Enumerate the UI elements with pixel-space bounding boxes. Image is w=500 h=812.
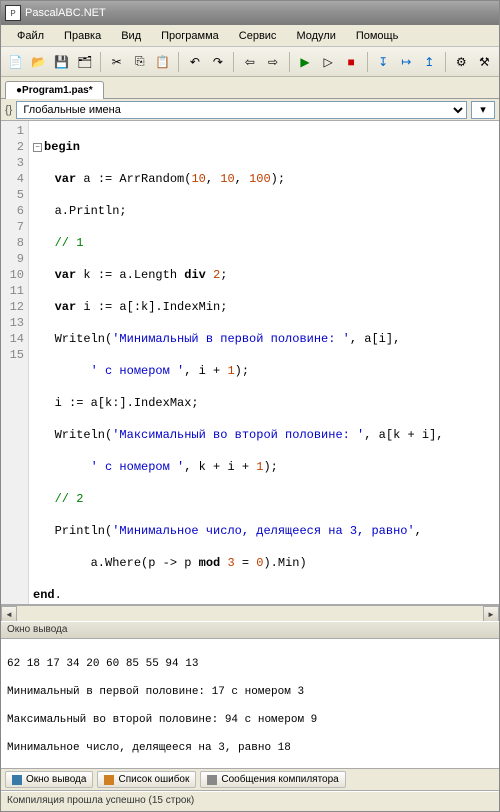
new-file-icon[interactable]: 📄: [5, 51, 26, 73]
output-line: Минимальный в первой половине: 17 с номе…: [7, 685, 493, 699]
paste-icon[interactable]: 📋: [152, 51, 173, 73]
toolbar-separator: [100, 52, 101, 72]
cut-icon[interactable]: ✂: [106, 51, 127, 73]
open-file-icon[interactable]: 📂: [28, 51, 49, 73]
scope-icon: {}: [5, 104, 12, 116]
menu-modules[interactable]: Модули: [286, 28, 345, 44]
editor-h-scrollbar[interactable]: ◄ ►: [1, 605, 499, 621]
status-bar: Компиляция прошла успешно (15 строк): [1, 791, 499, 811]
save-all-icon[interactable]: 🗂: [74, 51, 95, 73]
output-line: Максимальный во второй половине: 94 с но…: [7, 713, 493, 727]
status-text: Компиляция прошла успешно (15 строк): [7, 795, 194, 806]
undo-icon[interactable]: ↶: [184, 51, 205, 73]
file-tabs: ●Program1.pas*: [1, 77, 499, 99]
menu-file[interactable]: Файл: [7, 28, 54, 44]
members-select[interactable]: ▾: [471, 101, 495, 119]
step-out-icon[interactable]: ↥: [419, 51, 440, 73]
app-title: PascalABC.NET: [25, 7, 106, 19]
tab-compiler-messages[interactable]: Сообщения компилятора: [200, 771, 345, 788]
run-icon[interactable]: ▶: [295, 51, 316, 73]
bottom-tabs: Окно вывода Список ошибок Сообщения комп…: [1, 769, 499, 791]
menu-help[interactable]: Помощь: [346, 28, 409, 44]
line-gutter: 123 456 789 101112 131415: [1, 121, 29, 604]
compile-icon[interactable]: ⚙: [451, 51, 472, 73]
nav-forward-icon[interactable]: ⇨: [262, 51, 283, 73]
stop-icon[interactable]: ■: [341, 51, 362, 73]
output-line: 62 18 17 34 20 60 85 55 94 13: [7, 657, 493, 671]
toolbar-separator: [445, 52, 446, 72]
file-tab-program1[interactable]: ●Program1.pas*: [5, 81, 104, 99]
redo-icon[interactable]: ↷: [207, 51, 228, 73]
toolbar-separator: [289, 52, 290, 72]
step-into-icon[interactable]: ↧: [373, 51, 394, 73]
save-icon[interactable]: 💾: [51, 51, 72, 73]
toolbar-separator: [367, 52, 368, 72]
menu-service[interactable]: Сервис: [229, 28, 287, 44]
scope-select[interactable]: Глобальные имена: [16, 101, 467, 119]
menu-bar: Файл Правка Вид Программа Сервис Модули …: [1, 25, 499, 47]
menu-view[interactable]: Вид: [111, 28, 151, 44]
menu-program[interactable]: Программа: [151, 28, 229, 44]
fold-icon[interactable]: −: [33, 143, 42, 152]
toolbar-separator: [233, 52, 234, 72]
scroll-track[interactable]: [17, 606, 483, 621]
scroll-left-icon[interactable]: ◄: [1, 606, 17, 622]
run-noargs-icon[interactable]: ▷: [318, 51, 339, 73]
output-panel-title: Окно вывода: [1, 621, 499, 639]
tab-error-list[interactable]: Список ошибок: [97, 771, 196, 788]
copy-icon[interactable]: ⎘: [129, 51, 150, 73]
code-editor[interactable]: 123 456 789 101112 131415 −begin var a :…: [1, 121, 499, 605]
app-icon: P: [5, 5, 21, 21]
title-bar: P PascalABC.NET: [1, 1, 499, 25]
output-line: Минимальное число, делящееся на 3, равно…: [7, 741, 493, 755]
menu-edit[interactable]: Правка: [54, 28, 111, 44]
tab-output[interactable]: Окно вывода: [5, 771, 93, 788]
build-icon[interactable]: ⚒: [474, 51, 495, 73]
toolbar-separator: [178, 52, 179, 72]
nav-back-icon[interactable]: ⇦: [239, 51, 260, 73]
scope-bar: {} Глобальные имена ▾: [1, 99, 499, 121]
output-panel[interactable]: 62 18 17 34 20 60 85 55 94 13 Минимальны…: [1, 639, 499, 769]
code-text[interactable]: −begin var a := ArrRandom(10, 10, 100); …: [29, 121, 499, 604]
scroll-right-icon[interactable]: ►: [483, 606, 499, 622]
toolbar: 📄 📂 💾 🗂 ✂ ⎘ 📋 ↶ ↷ ⇦ ⇨ ▶ ▷ ■ ↧ ↦ ↥ ⚙ ⚒: [1, 47, 499, 77]
step-over-icon[interactable]: ↦: [396, 51, 417, 73]
